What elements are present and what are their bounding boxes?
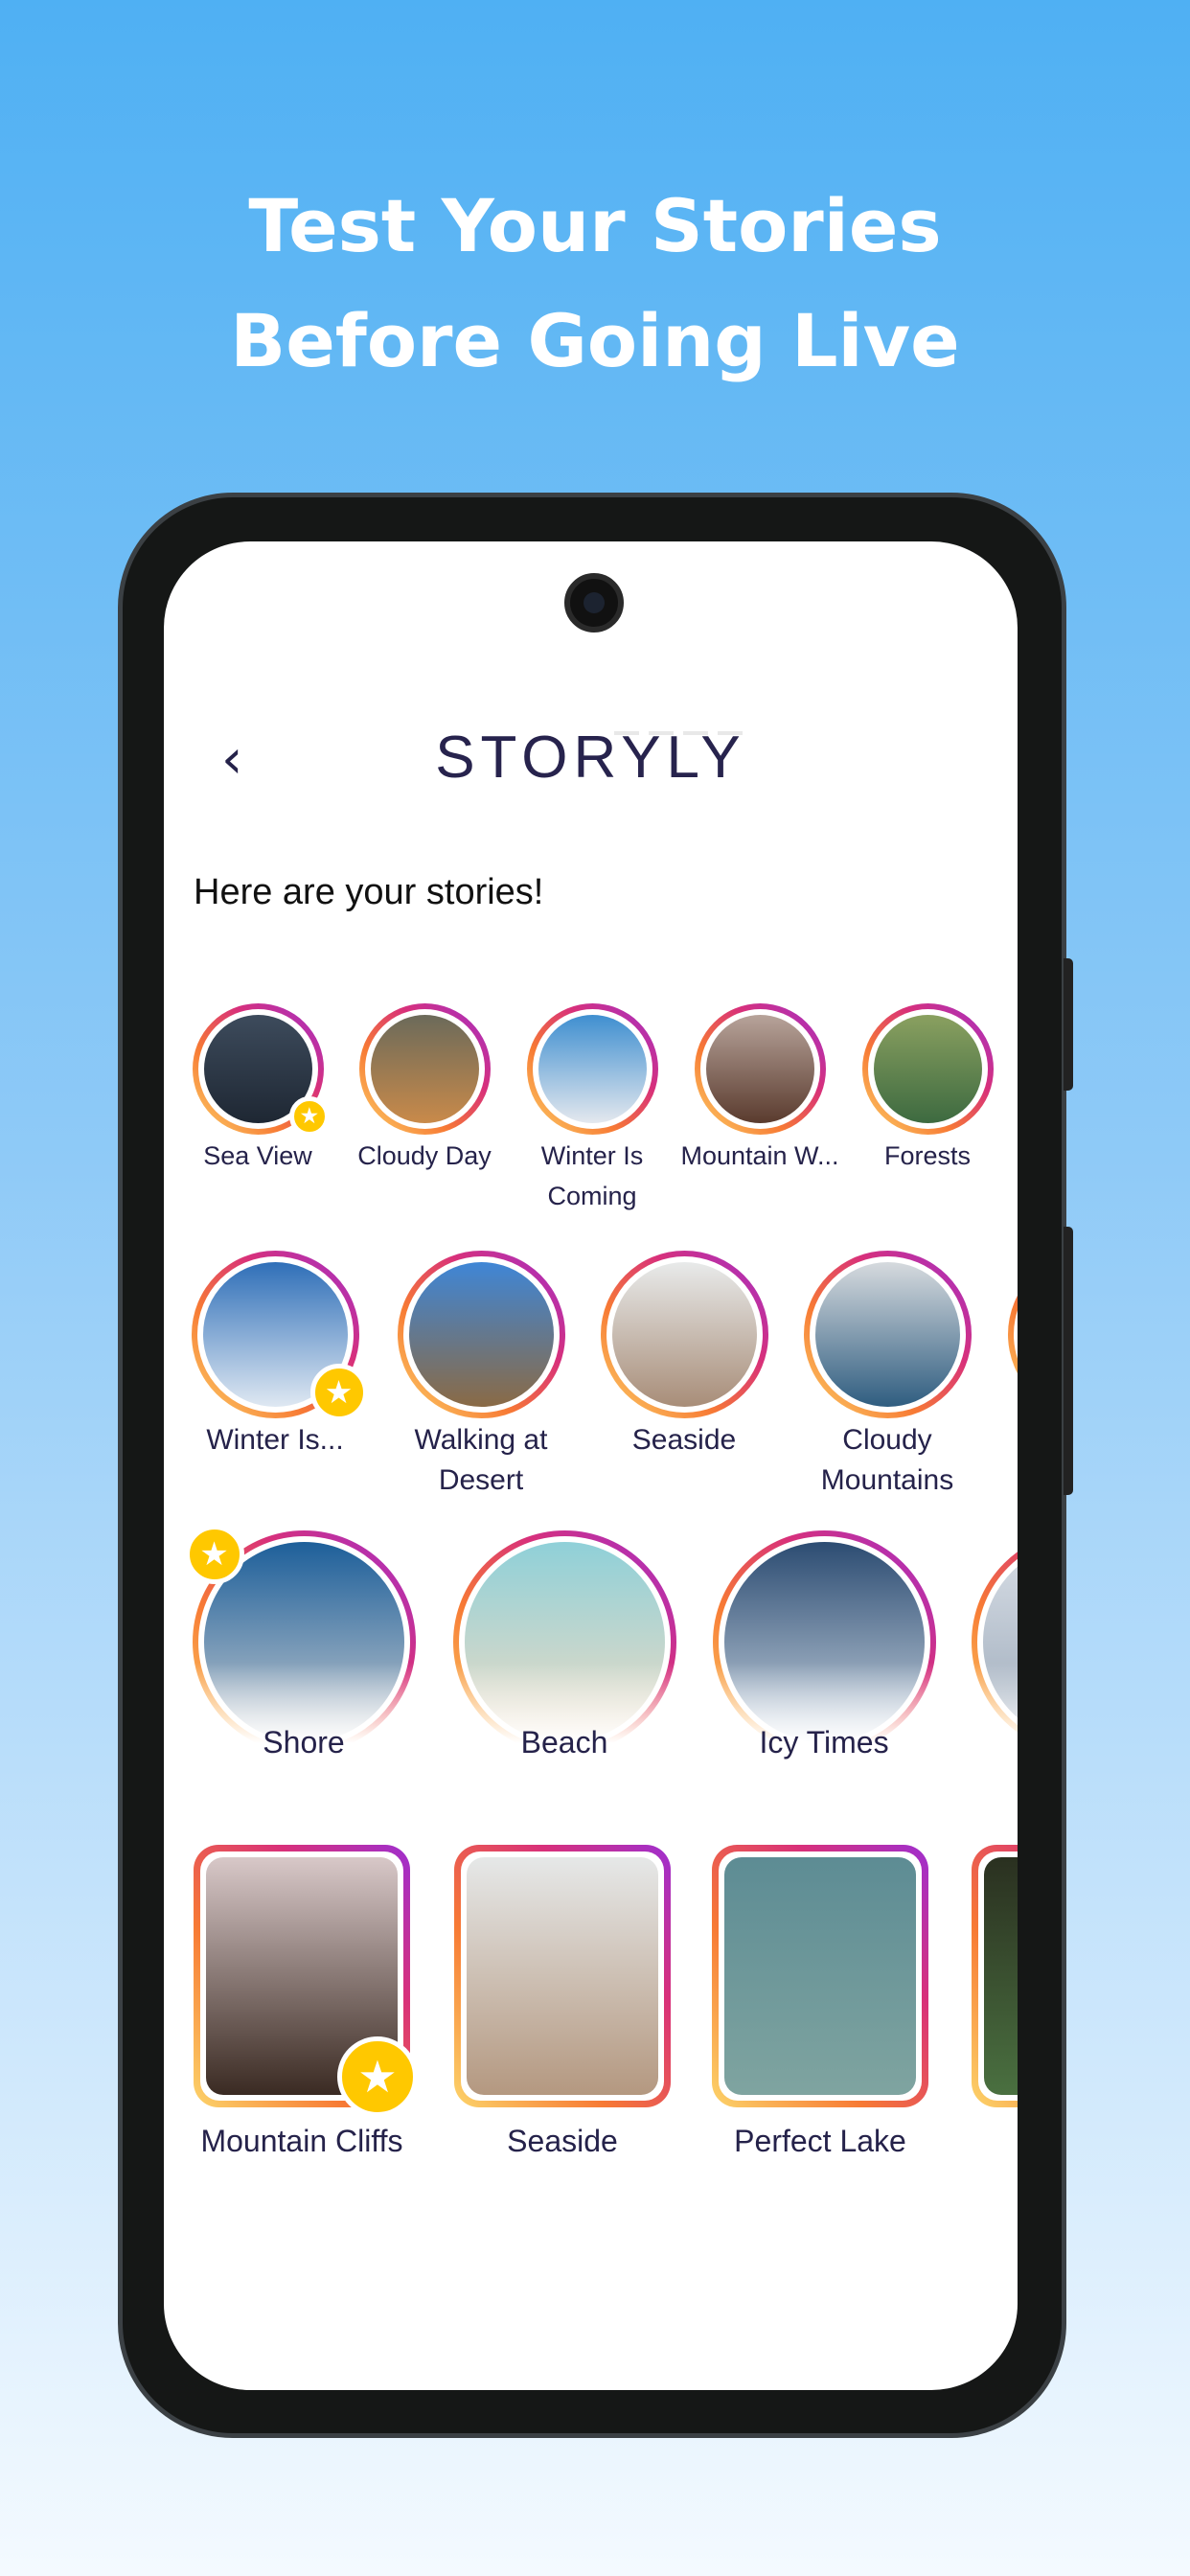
camera-icon: [564, 573, 624, 632]
page-heading: Here are your stories!: [194, 872, 544, 912]
story-title: Mountain Cliffs: [200, 2124, 403, 2158]
story-title: Perfect Lake: [734, 2124, 906, 2158]
story-thumbnail[interactable]: [600, 1250, 768, 1418]
story-thumbnail[interactable]: [454, 1845, 671, 2107]
promo-headline: Test Your Stories Before Going Live: [0, 169, 1190, 399]
story-thumbnail[interactable]: [526, 1002, 658, 1135]
story-thumbnail[interactable]: [443, 1530, 686, 1763]
promo-line-1: Test Your Stories: [248, 183, 942, 268]
story-thumbnail[interactable]: [358, 1002, 491, 1135]
story-title: Icy Times: [759, 1725, 889, 1760]
story-title: Seaside: [507, 2124, 618, 2158]
story-title: M: [991, 1420, 1018, 1460]
star-badge-icon: ★: [337, 2036, 418, 2117]
promo-line-2: Before Going Live: [230, 298, 960, 383]
story-title: Sea View: [203, 1141, 312, 1170]
story-title: Seaside: [631, 1424, 737, 1456]
story-thumbnail[interactable]: [712, 1845, 928, 2107]
story-title: Mountain W...: [680, 1141, 839, 1170]
story-title: Cloudy Day: [357, 1141, 492, 1170]
story-thumbnail[interactable]: [397, 1250, 565, 1418]
star-badge-icon: ★: [309, 1363, 368, 1421]
story-thumbnail[interactable]: [1007, 1250, 1018, 1418]
story-thumbnail[interactable]: [803, 1250, 972, 1418]
story-title: Shore: [263, 1725, 345, 1760]
story-thumbnail[interactable]: [961, 1530, 1018, 1763]
story-thumbnail[interactable]: [694, 1002, 826, 1135]
story-title: Re: [946, 2121, 1018, 2161]
story-thumbnail[interactable]: [972, 1845, 1018, 2107]
story-thumbnail[interactable]: [861, 1002, 994, 1135]
story-title: Winter Is Coming: [540, 1141, 644, 1210]
story-title: Walking at Desert: [414, 1424, 548, 1496]
story-title: Cloudy Mountains: [820, 1424, 954, 1496]
phone-screen: ‹ STORYLY Here are your stories! ★ Sea Vi…: [164, 541, 1018, 2390]
star-badge-icon: ★: [184, 1524, 244, 1584]
volume-button: [1064, 958, 1073, 1091]
power-button: [1064, 1227, 1073, 1495]
star-badge-icon: ★: [288, 1095, 330, 1137]
story-title: Beach: [520, 1725, 608, 1760]
storyly-logo: STORYLY: [435, 724, 746, 791]
story-thumbnail[interactable]: [702, 1530, 946, 1763]
story-title: Forests: [883, 1141, 972, 1170]
story-title: Winter Is...: [206, 1424, 344, 1456]
